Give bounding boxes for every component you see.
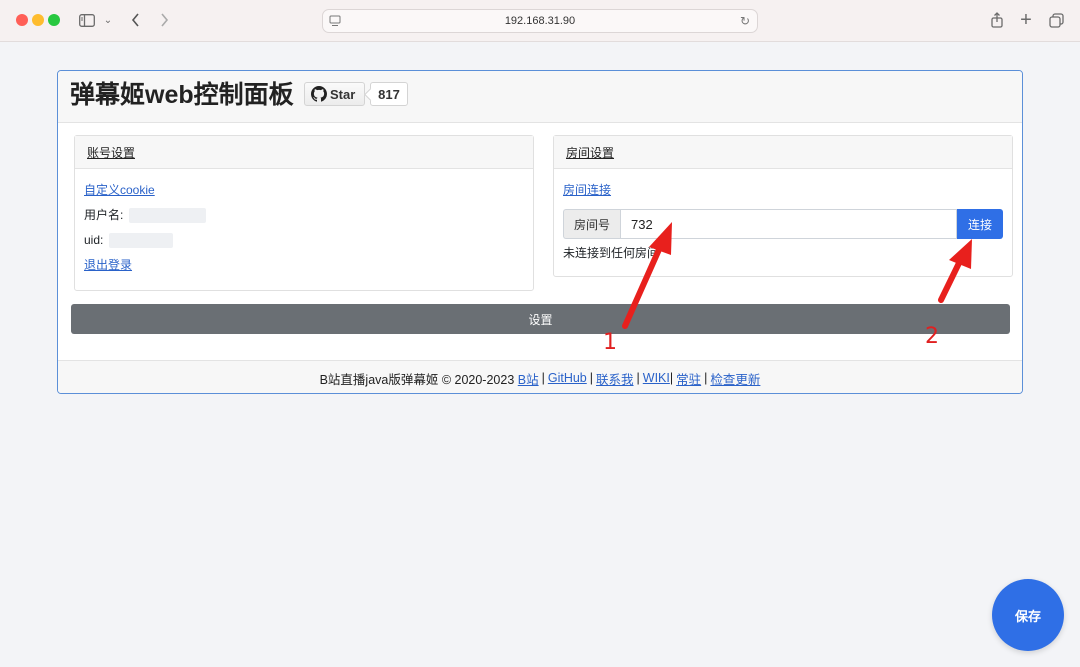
footer-link-wiki[interactable]: WIKI <box>643 371 670 385</box>
account-card-title: 账号设置 <box>87 146 136 160</box>
plus-icon[interactable]: + <box>1018 9 1034 31</box>
maximize-window-button[interactable] <box>48 14 60 26</box>
room-input-group: 房间号 连接 <box>563 209 1003 239</box>
connection-status: 未连接到任何房间 <box>563 246 660 260</box>
uid-label: uid: <box>84 233 104 247</box>
room-number-input[interactable] <box>620 209 957 239</box>
account-card-header: 账号设置 <box>75 136 533 169</box>
room-card-title: 房间设置 <box>566 146 615 160</box>
share-icon[interactable] <box>989 10 1005 30</box>
room-card-header: 房间设置 <box>554 136 1012 169</box>
star-count[interactable]: 817 <box>370 82 408 106</box>
tabs-icon[interactable] <box>1048 10 1064 30</box>
chevron-down-icon[interactable]: ⌄ <box>102 10 114 30</box>
forward-icon[interactable] <box>157 10 171 30</box>
username-value-redacted <box>129 208 207 223</box>
room-settings-card: 房间设置 房间连接 房间号 连接 未连接到任何房间 <box>553 135 1013 277</box>
reload-icon[interactable]: ↻ <box>740 14 750 28</box>
minimize-window-button[interactable] <box>32 14 44 26</box>
control-panel: 弹幕姬web控制面板 Star 817 账号设置 自定义cookie 用户名: … <box>57 70 1023 394</box>
annotation-label-2: 2 <box>925 324 939 349</box>
address-bar[interactable]: 192.168.31.90 ↻ <box>322 9 758 33</box>
github-icon <box>311 86 327 102</box>
sidebar-icon[interactable] <box>78 10 96 30</box>
page-title: 弹幕姬web控制面板 <box>70 81 294 109</box>
reader-icon[interactable] <box>329 15 341 27</box>
footer-link-check-update[interactable]: 检查更新 <box>710 369 760 388</box>
room-connect-link[interactable]: 房间连接 <box>563 178 611 203</box>
browser-toolbar: ⌄ 192.168.31.90 ↻ + <box>0 0 1080 42</box>
star-count-value: 817 <box>378 86 400 102</box>
username-label: 用户名: <box>84 208 124 222</box>
copyright-text: B站直播java版弹幕姬 © 2020-2023 <box>319 372 515 387</box>
panel-footer: B站直播java版弹幕姬 © 2020-2023 B站 | GitHub | 联系我… <box>58 360 1022 393</box>
custom-cookie-link[interactable]: 自定义cookie <box>84 178 155 203</box>
uid-value-redacted <box>109 233 174 248</box>
connect-button[interactable]: 连接 <box>957 209 1003 239</box>
logout-link[interactable]: 退出登录 <box>84 253 132 278</box>
save-button[interactable]: 保存 <box>992 579 1064 651</box>
footer-link-contact[interactable]: 联系我 <box>596 369 634 388</box>
room-number-label: 房间号 <box>563 209 620 239</box>
annotation-label-1: 1 <box>603 330 617 355</box>
footer-link-github[interactable]: GitHub <box>548 371 587 385</box>
github-star-button[interactable]: Star <box>304 82 365 106</box>
settings-button[interactable]: 设置 <box>71 304 1010 334</box>
close-window-button[interactable] <box>16 14 28 26</box>
account-settings-card: 账号设置 自定义cookie 用户名: uid: 退出登录 <box>74 135 534 291</box>
url-text: 192.168.31.90 <box>504 15 576 27</box>
panel-header: 弹幕姬web控制面板 Star 817 <box>58 71 1022 123</box>
star-label: Star <box>330 86 356 102</box>
back-icon[interactable] <box>128 10 142 30</box>
footer-link-resident[interactable]: 常驻 <box>676 369 701 388</box>
footer-link-bilibili[interactable]: B站 <box>518 369 539 388</box>
